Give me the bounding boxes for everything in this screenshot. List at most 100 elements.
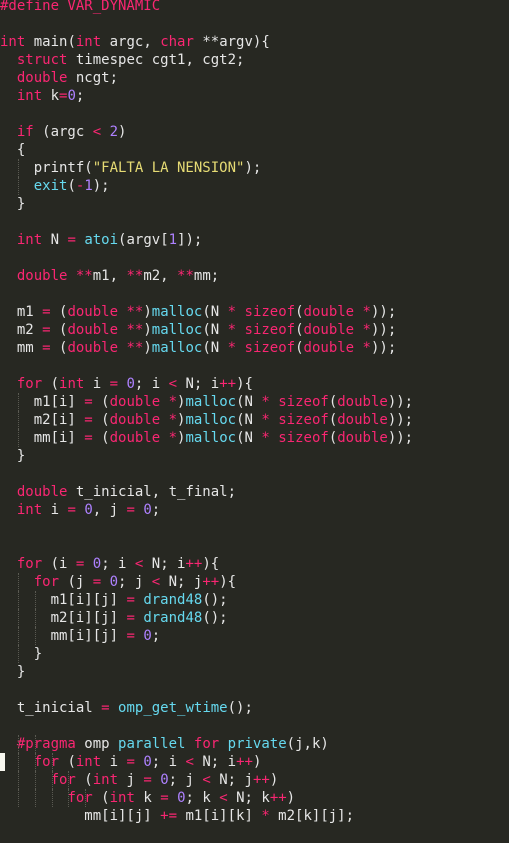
- code-token: m2[k][j];: [269, 808, 355, 824]
- code-line[interactable]: for (i = 0; i < N; i++){: [0, 555, 219, 573]
- indent-guide: [35, 789, 36, 807]
- code-line[interactable]: printf("FALTA LA NENSION");: [0, 159, 262, 177]
- code-token: *: [362, 322, 371, 338]
- code-line[interactable]: }: [0, 663, 25, 681]
- code-token: );: [244, 160, 262, 176]
- code-line[interactable]: double **m1, **m2, **mm;: [0, 267, 219, 285]
- code-token: ;: [75, 88, 85, 104]
- code-token: }: [0, 448, 26, 464]
- code-line[interactable]: t_inicial = omp_get_wtime();: [0, 699, 253, 717]
- code-token: 0: [177, 790, 186, 806]
- code-line[interactable]: m2[i] = (double *)malloc(N * sizeof(doub…: [0, 411, 413, 429]
- code-token: ): [252, 754, 262, 770]
- code-line[interactable]: m2 = (double **)malloc(N * sizeof(double…: [0, 321, 396, 339]
- code-token: (: [328, 412, 338, 428]
- code-token: (: [67, 178, 76, 194]
- indent-guide: [18, 609, 19, 627]
- code-line[interactable]: exit(-1);: [0, 177, 110, 195]
- code-token: *: [227, 340, 237, 356]
- code-token: (i: [42, 556, 76, 572]
- code-token: sizeof: [278, 430, 329, 446]
- code-token: N; i: [177, 376, 220, 392]
- code-token: malloc: [185, 394, 237, 410]
- code-line[interactable]: }: [0, 447, 25, 465]
- code-token: ){: [202, 556, 220, 572]
- code-editor[interactable]: #define VAR_DYNAMICint main(int argc, ch…: [0, 0, 509, 843]
- code-line[interactable]: m1[i] = (double *)malloc(N * sizeof(doub…: [0, 393, 413, 411]
- code-line[interactable]: double ncgt;: [0, 69, 118, 87]
- code-line[interactable]: struct timespec cgt1, cgt2;: [0, 51, 245, 69]
- code-token: omp: [75, 736, 119, 752]
- code-token: double: [67, 322, 119, 338]
- code-line[interactable]: mm[i][j] += m1[i][k] * m2[k][j];: [0, 807, 354, 825]
- code-token: (: [42, 376, 60, 392]
- code-line[interactable]: }: [0, 195, 25, 213]
- code-token: double: [303, 304, 355, 320]
- code-line[interactable]: }: [0, 645, 42, 663]
- code-token: double: [109, 394, 161, 410]
- code-token: N; j: [160, 574, 203, 590]
- code-token: k: [42, 88, 60, 104]
- code-token: *: [168, 412, 178, 428]
- code-token: ; i: [101, 556, 135, 572]
- indent-guide: [18, 159, 19, 177]
- code-line[interactable]: int main(int argc, char **argv){: [0, 33, 270, 51]
- code-line[interactable]: mm[i][j] = 0;: [0, 627, 161, 645]
- code-token: ): [269, 772, 279, 788]
- code-line[interactable]: int k=0;: [0, 87, 84, 105]
- indent-guide: [52, 789, 53, 807]
- code-line[interactable]: for (int k = 0; k < N; k++): [0, 789, 295, 807]
- code-line[interactable]: int i = 0, j = 0;: [0, 501, 160, 519]
- code-token: drand48: [143, 610, 203, 626]
- code-token: m2,: [143, 268, 178, 284]
- code-token: ++: [202, 574, 220, 590]
- code-token: =: [42, 304, 51, 320]
- code-token: double: [337, 412, 388, 428]
- code-token: =: [126, 754, 135, 770]
- code-line[interactable]: #define VAR_DYNAMIC: [0, 0, 160, 15]
- code-line[interactable]: for (int i = 0; i < N; i++){: [0, 375, 253, 393]
- code-token: =: [42, 340, 51, 356]
- code-token: (argc: [33, 124, 93, 140]
- code-token: (: [92, 790, 110, 806]
- code-line[interactable]: mm[i] = (double *)malloc(N * sizeof(doub…: [0, 429, 413, 447]
- code-token: }: [0, 646, 43, 662]
- code-token: (j,k): [286, 736, 329, 752]
- code-token: t_inicial, t_final;: [67, 484, 237, 500]
- code-line[interactable]: for (int j = 0; j < N; j++): [0, 771, 279, 789]
- code-line[interactable]: for (j = 0; j < N; j++){: [0, 573, 236, 591]
- indent-guide: [18, 591, 19, 609]
- code-line[interactable]: if (argc < 2): [0, 123, 127, 141]
- code-token: for: [16, 376, 43, 392]
- code-token: (: [295, 322, 304, 338]
- code-token: =: [109, 376, 119, 392]
- code-token: 0: [143, 502, 152, 518]
- indent-guide: [18, 429, 19, 447]
- code-token: (: [328, 430, 338, 446]
- code-token: private: [227, 736, 287, 752]
- code-token: (: [50, 340, 68, 356]
- code-line[interactable]: double t_inicial, t_final;: [0, 483, 236, 501]
- text-cursor: [0, 753, 5, 771]
- code-line[interactable]: for (int i = 0; i < N; i++): [0, 753, 262, 771]
- code-token: 0: [143, 628, 152, 644]
- code-line[interactable]: #pragma omp parallel for private(j,k): [0, 735, 329, 753]
- code-token: sizeof: [244, 304, 296, 320]
- code-line[interactable]: int N = atoi(argv[1]);: [0, 231, 203, 249]
- code-line[interactable]: mm = (double **)malloc(N * sizeof(double…: [0, 339, 396, 357]
- code-line[interactable]: {: [0, 141, 25, 159]
- code-token: (N: [202, 322, 228, 338]
- code-token: ]);: [177, 232, 203, 248]
- code-token: ));: [370, 304, 397, 320]
- code-token: for: [16, 556, 43, 572]
- code-line[interactable]: m1 = (double **)malloc(N * sizeof(double…: [0, 303, 396, 321]
- code-token: (: [295, 304, 304, 320]
- code-token: ));: [387, 430, 414, 446]
